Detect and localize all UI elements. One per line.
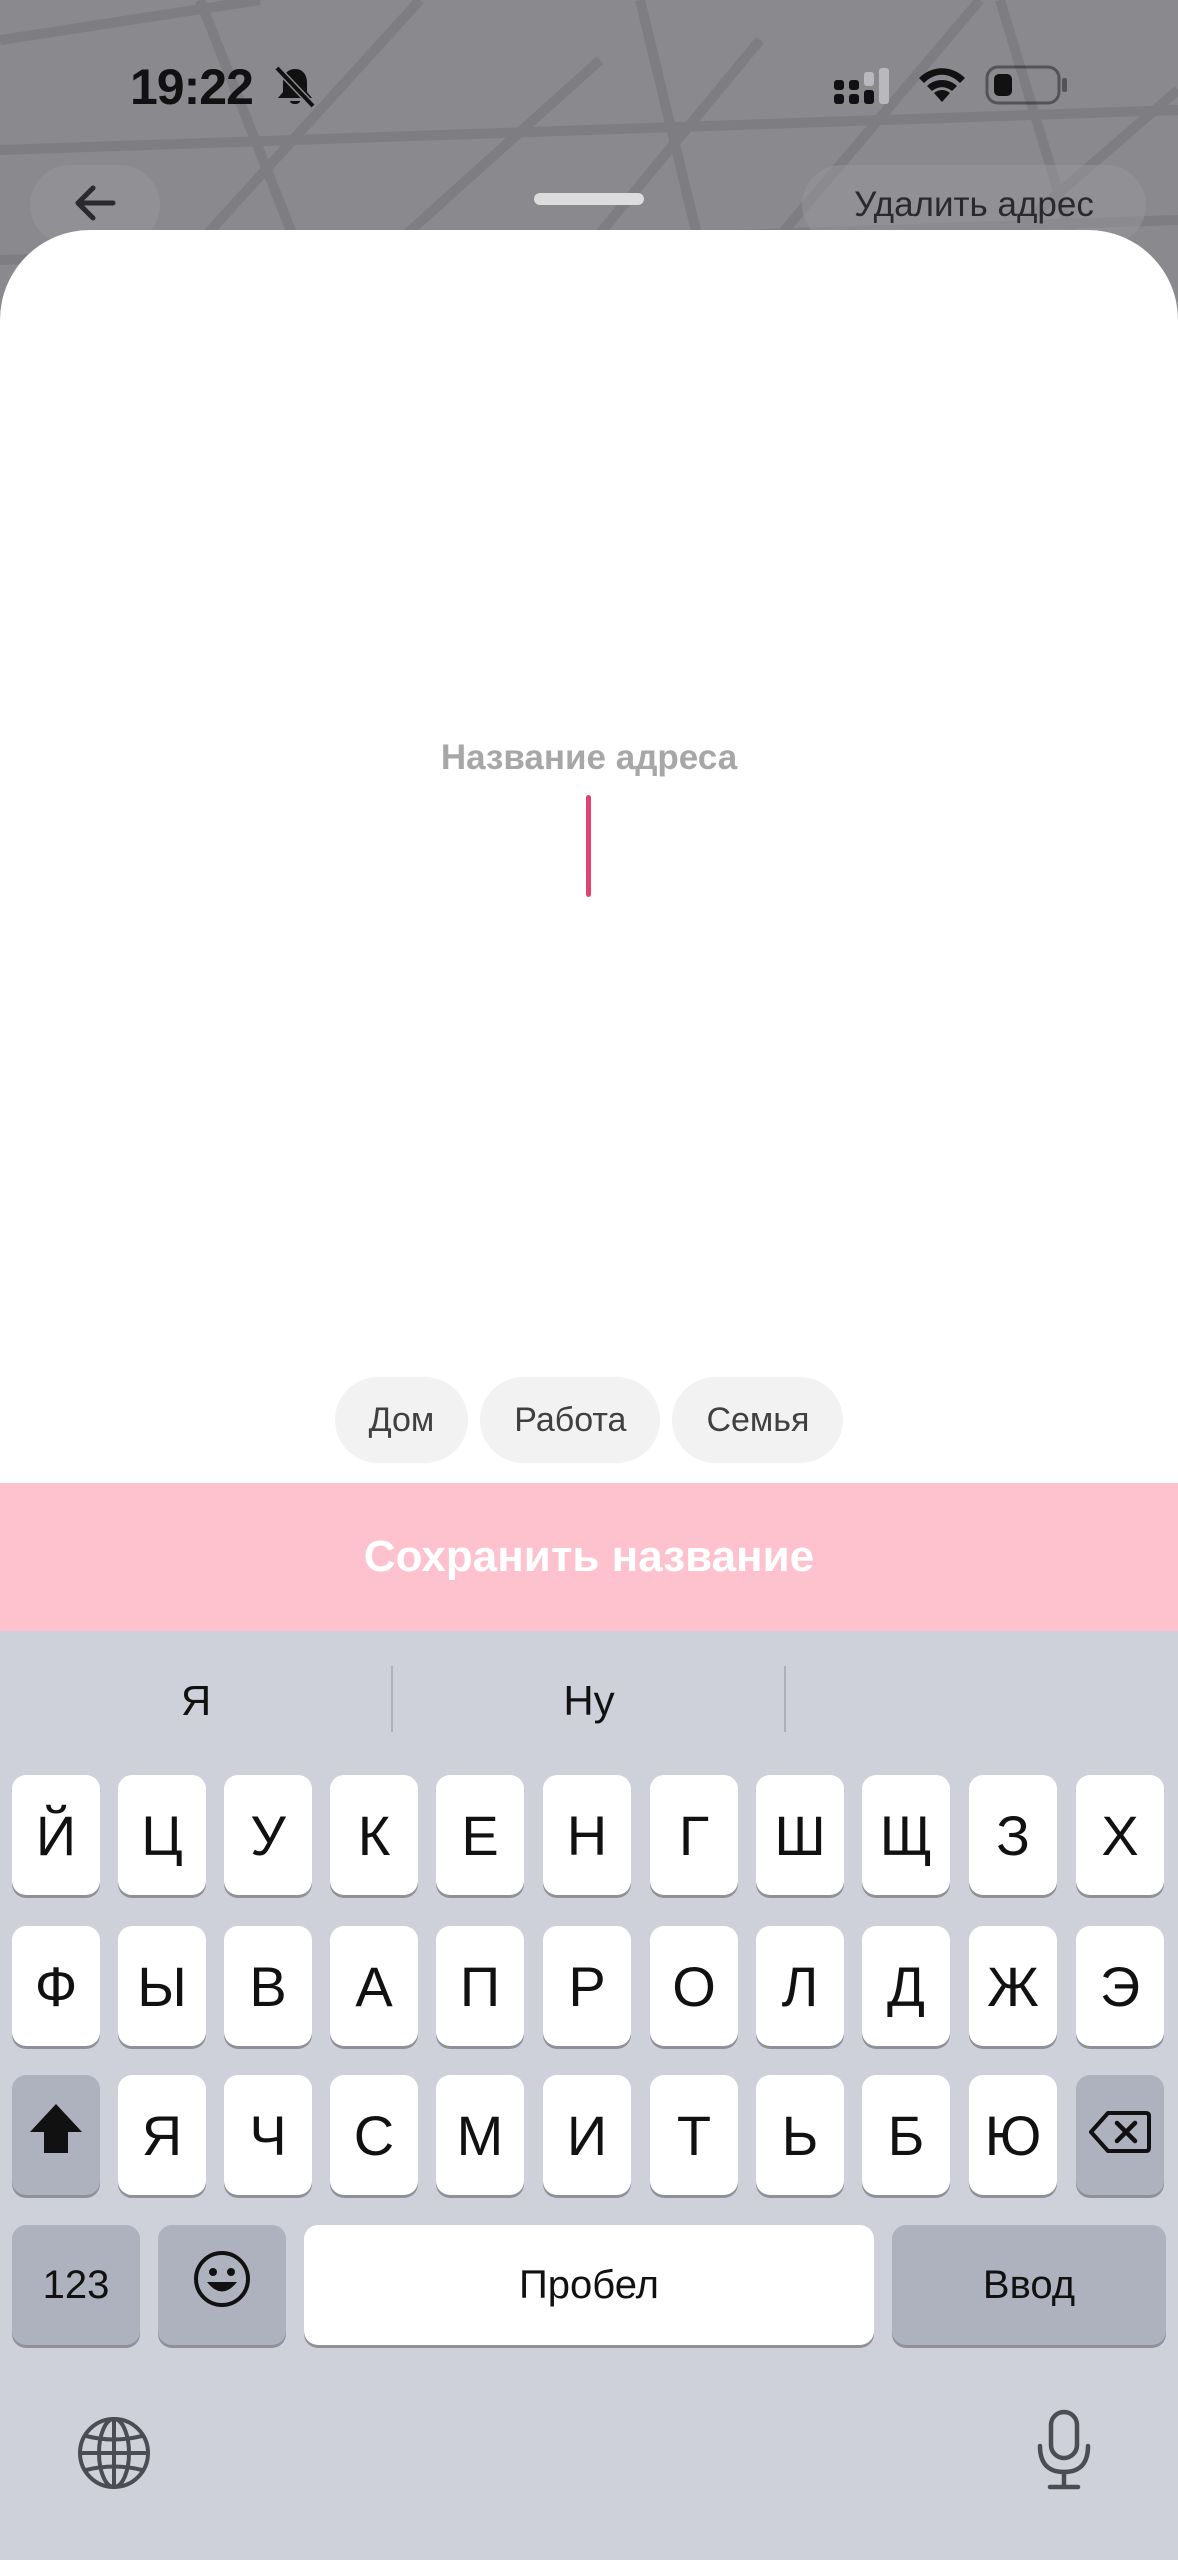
key-letter[interactable]: Б	[862, 2075, 950, 2195]
suggestion-1[interactable]: Я	[0, 1671, 392, 1731]
key-letter[interactable]: К	[330, 1775, 418, 1895]
chip-home[interactable]: Дом	[334, 1377, 469, 1463]
keyboard-suggestions: Я Ну	[0, 1631, 1178, 1771]
shift-key[interactable]	[12, 2075, 100, 2195]
key-letter[interactable]: С	[330, 2075, 418, 2195]
chip-family[interactable]: Семья	[672, 1377, 844, 1463]
arrow-left-icon	[73, 183, 117, 228]
key-letter[interactable]: П	[436, 1926, 524, 2046]
key-letter[interactable]: Ф	[12, 1926, 100, 2046]
text-cursor[interactable]	[586, 795, 591, 897]
battery-icon	[984, 64, 1070, 111]
key-letter[interactable]: Ц	[118, 1775, 206, 1895]
bell-slash-icon	[272, 64, 318, 115]
shift-icon	[26, 2101, 86, 2170]
suggestion-3[interactable]	[786, 1671, 1178, 1731]
numbers-key[interactable]: 123	[12, 2225, 140, 2345]
key-letter[interactable]: Р	[543, 1926, 631, 2046]
key-letter[interactable]: З	[969, 1775, 1057, 1895]
key-letter[interactable]: Я	[118, 2075, 206, 2195]
key-letter[interactable]: Й	[12, 1775, 100, 1895]
microphone-icon[interactable]	[1034, 2408, 1094, 2497]
key-letter[interactable]: Т	[650, 2075, 738, 2195]
backspace-icon	[1088, 2103, 1152, 2168]
globe-icon[interactable]	[76, 2415, 152, 2496]
key-letter[interactable]: Х	[1076, 1775, 1164, 1895]
backspace-key[interactable]	[1076, 2075, 1164, 2195]
sheet-grabber-handle[interactable]	[534, 193, 644, 205]
key-letter[interactable]: М	[436, 2075, 524, 2195]
emoji-key[interactable]	[158, 2225, 286, 2345]
key-letter[interactable]: Е	[436, 1775, 524, 1895]
key-letter[interactable]: Д	[862, 1926, 950, 2046]
key-letter[interactable]: Ы	[118, 1926, 206, 2046]
key-letter[interactable]: Ь	[756, 2075, 844, 2195]
address-name-label: Название адреса	[440, 738, 738, 777]
key-letter[interactable]: Щ	[862, 1775, 950, 1895]
key-letter[interactable]: О	[650, 1926, 738, 2046]
key-letter[interactable]: Э	[1076, 1926, 1164, 2046]
key-letter[interactable]: Г	[650, 1775, 738, 1895]
status-time: 19:22	[130, 59, 254, 115]
space-key[interactable]: Пробел	[304, 2225, 874, 2345]
wifi-icon	[914, 62, 970, 111]
key-letter[interactable]: Н	[543, 1775, 631, 1895]
key-letter[interactable]: Л	[756, 1926, 844, 2046]
key-letter[interactable]: В	[224, 1926, 312, 2046]
key-letter[interactable]: Ш	[756, 1775, 844, 1895]
key-letter[interactable]: Ж	[969, 1926, 1057, 2046]
key-letter[interactable]: У	[224, 1775, 312, 1895]
key-letter[interactable]: Ю	[969, 2075, 1057, 2195]
suggestion-2[interactable]: Ну	[393, 1671, 785, 1731]
cellular-signal-icon	[832, 68, 896, 113]
quick-name-chips: Дом Работа Семья	[0, 1377, 1178, 1463]
key-letter[interactable]: А	[330, 1926, 418, 2046]
chip-work[interactable]: Работа	[480, 1377, 661, 1463]
save-name-button[interactable]: Сохранить название	[0, 1483, 1178, 1631]
key-letter[interactable]: И	[543, 2075, 631, 2195]
status-bar: 19:22	[0, 0, 1178, 170]
emoji-icon	[192, 2249, 252, 2322]
return-key[interactable]: Ввод	[892, 2225, 1166, 2345]
key-letter[interactable]: Ч	[224, 2075, 312, 2195]
